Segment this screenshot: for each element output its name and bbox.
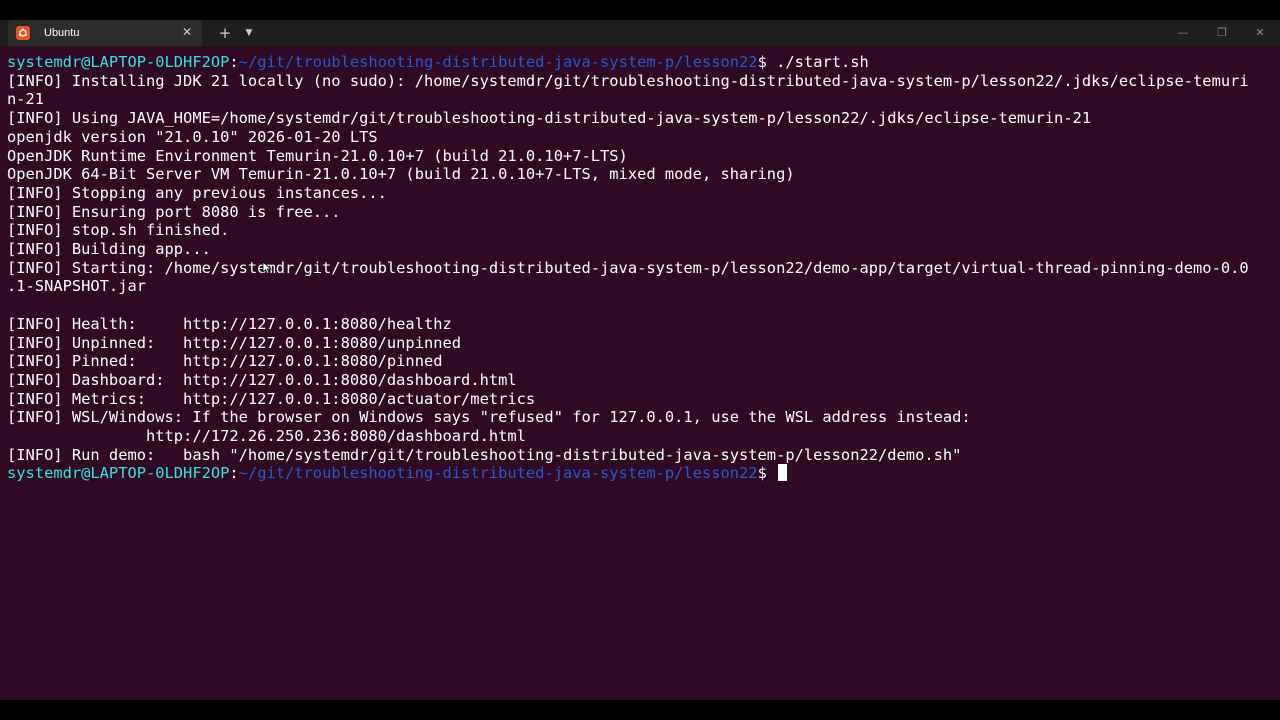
output-line: [INFO] Stopping any previous instances..… [7, 183, 387, 202]
terminal-window: Ubuntu ✕ + ▼ — ❐ ✕ systemdr@LAPTOP-0LDHF… [0, 20, 1280, 700]
output-line: OpenJDK Runtime Environment Temurin-21.0… [7, 146, 628, 165]
mouse-pointer-icon [262, 261, 272, 275]
output-line: [INFO] Ensuring port 8080 is free... [7, 202, 341, 221]
output-line: [INFO] Starting: /home/systemdr/git/trou… [7, 258, 1249, 277]
output-line: http://172.26.250.236:8080/dashboard.htm… [7, 427, 526, 445]
video-letterbox-bottom [0, 700, 1280, 720]
maximize-button[interactable]: ❐ [1212, 23, 1232, 43]
tab-dropdown-button[interactable]: ▼ [240, 24, 258, 42]
prompt-dollar: $ [757, 53, 777, 71]
output-line: n-21 [7, 90, 45, 109]
minimize-button[interactable]: — [1173, 23, 1193, 43]
video-letterbox-top [0, 0, 1280, 20]
output-line: [INFO] Metrics: http://127.0.0.1:8080/ac… [7, 389, 536, 408]
tab-ubuntu[interactable]: Ubuntu ✕ [8, 20, 202, 46]
title-bar: Ubuntu ✕ + ▼ — ❐ ✕ [0, 20, 1280, 46]
tab-title: Ubuntu [44, 27, 80, 39]
ubuntu-logo-icon [16, 26, 30, 40]
output-line: [INFO] Health: http://127.0.0.1:8080/hea… [7, 314, 452, 333]
prompt-path: ~/git/troubleshooting-distributed-java-s… [238, 53, 758, 71]
output-line: [INFO] Using JAVA_HOME=/home/systemdr/gi… [7, 109, 1092, 128]
output-line: .1-SNAPSHOT.jar [7, 277, 146, 296]
output-line: [INFO] Building app... [7, 240, 211, 258]
prompt-user: systemdr@LAPTOP-0LDHF2OP [7, 53, 230, 71]
output-line: OpenJDK 64-Bit Server VM Temurin-21.0.10… [7, 165, 795, 184]
output-line: [INFO] WSL/Windows: If the browser on Wi… [7, 408, 971, 427]
output-line: [INFO] Dashboard: http://127.0.0.1:8080/… [7, 370, 517, 389]
prompt-dollar: $ [757, 464, 777, 483]
text-cursor [778, 464, 788, 482]
prompt-user: systemdr@LAPTOP-0LDHF2OP [7, 464, 230, 483]
output-line: [INFO] stop.sh finished. [7, 221, 230, 240]
prompt-command: ./start.sh [776, 53, 869, 71]
prompt-separator: : [229, 464, 239, 483]
prompt-line: systemdr@LAPTOP-0LDHF2OP:~/git/troublesh… [7, 53, 1273, 71]
prompt-path: ~/git/troubleshooting-distributed-java-s… [238, 464, 758, 483]
prompt-separator: : [229, 53, 239, 71]
close-window-button[interactable]: ✕ [1250, 23, 1270, 43]
output-line: openjdk version "21.0.10" 2026-01-20 LTS [7, 127, 378, 146]
prompt-line: systemdr@LAPTOP-0LDHF2OP:~/git/troublesh… [7, 464, 1273, 482]
output-line: [INFO] Pinned: http://127.0.0.1:8080/pin… [7, 352, 443, 371]
tab-close-icon[interactable]: ✕ [180, 25, 194, 39]
output-line: [INFO] Installing JDK 21 locally (no sud… [7, 71, 1249, 90]
output-line: [INFO] Unpinned: http://127.0.0.1:8080/u… [7, 333, 462, 352]
new-tab-button[interactable]: + [216, 24, 234, 42]
output-line: [INFO] Run demo: bash "/home/systemdr/gi… [7, 445, 962, 464]
terminal-output[interactable]: systemdr@LAPTOP-0LDHF2OP:~/git/troublesh… [0, 46, 1280, 700]
